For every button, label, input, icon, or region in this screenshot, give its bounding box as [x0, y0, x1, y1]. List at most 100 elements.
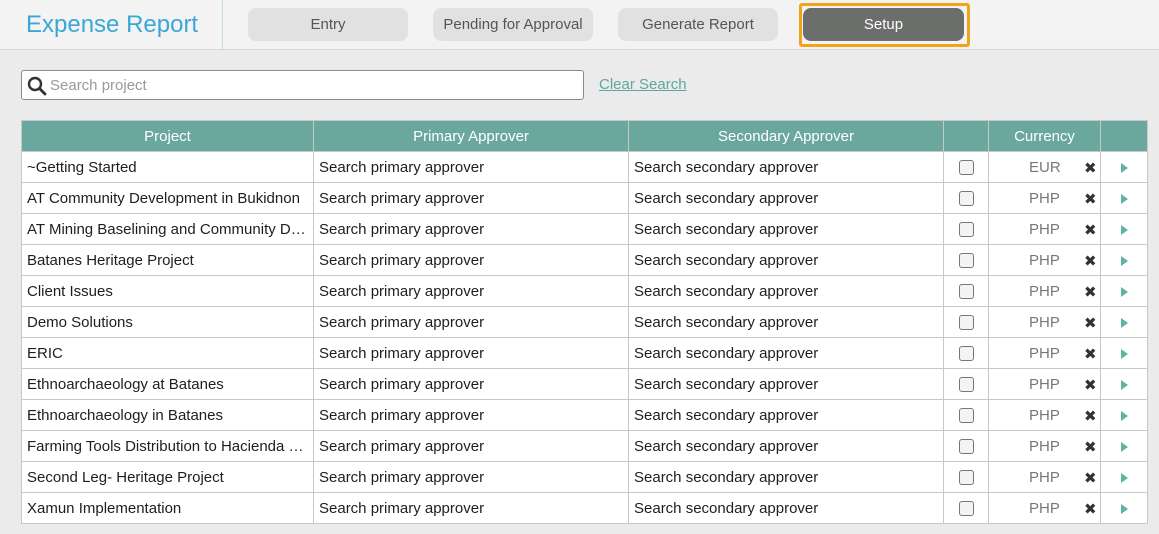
expand-cell [1100, 275, 1148, 307]
currency-code[interactable]: PHP [1029, 469, 1060, 486]
secondary-approver-field[interactable]: Search secondary approver [628, 337, 944, 369]
secondary-approver-field[interactable]: Search secondary approver [628, 399, 944, 431]
close-icon[interactable]: ✖ [1084, 283, 1097, 301]
row-checkbox[interactable] [958, 439, 974, 455]
row-checkbox[interactable] [958, 222, 974, 238]
chevron-right-icon[interactable] [1120, 348, 1128, 359]
tab-setup[interactable]: Setup [803, 8, 964, 41]
currency-cell: PHP ✖ [988, 461, 1101, 493]
secondary-approver-field[interactable]: Search secondary approver [628, 368, 944, 400]
close-icon[interactable]: ✖ [1084, 190, 1097, 208]
primary-approver-field[interactable]: Search primary approver [313, 461, 629, 493]
secondary-approver-field[interactable]: Search secondary approver [628, 492, 944, 524]
primary-approver-field[interactable]: Search primary approver [313, 182, 629, 214]
primary-approver-field[interactable]: Search primary approver [313, 492, 629, 524]
chevron-right-icon[interactable] [1120, 472, 1128, 483]
project-name: Demo Solutions [21, 306, 314, 338]
currency-code[interactable]: PHP [1029, 252, 1060, 269]
row-checkbox[interactable] [958, 501, 974, 517]
expand-cell [1100, 399, 1148, 431]
secondary-approver-field[interactable]: Search secondary approver [628, 182, 944, 214]
currency-code[interactable]: EUR [1029, 159, 1061, 176]
primary-approver-field[interactable]: Search primary approver [313, 337, 629, 369]
tab-generate-report[interactable]: Generate Report [618, 8, 778, 41]
chevron-right-icon[interactable] [1120, 410, 1128, 421]
chevron-right-icon[interactable] [1120, 441, 1128, 452]
row-checkbox[interactable] [958, 377, 974, 393]
expand-cell [1100, 461, 1148, 493]
currency-code[interactable]: PHP [1029, 376, 1060, 393]
column-header-action [1100, 120, 1148, 152]
table-row: Second Leg- Heritage Project Search prima… [21, 461, 1148, 493]
row-checkbox[interactable] [958, 315, 974, 331]
tab-pending-for-approval[interactable]: Pending for Approval [433, 8, 593, 41]
project-name: Second Leg- Heritage Project [21, 461, 314, 493]
expand-cell [1100, 213, 1148, 245]
table-row: Ethnoarchaeology at Batanes Search primar… [21, 368, 1148, 400]
project-name: Ethnoarchaeology at Batanes [21, 368, 314, 400]
secondary-approver-field[interactable]: Search secondary approver [628, 213, 944, 245]
project-name: ERIC [21, 337, 314, 369]
primary-approver-field[interactable]: Search primary approver [313, 151, 629, 183]
select-cell [943, 213, 989, 245]
secondary-approver-field[interactable]: Search secondary approver [628, 306, 944, 338]
currency-code[interactable]: PHP [1029, 221, 1060, 238]
chevron-right-icon[interactable] [1120, 224, 1128, 235]
secondary-approver-field[interactable]: Search secondary approver [628, 461, 944, 493]
primary-approver-field[interactable]: Search primary approver [313, 430, 629, 462]
close-icon[interactable]: ✖ [1084, 252, 1097, 270]
select-cell [943, 275, 989, 307]
chevron-right-icon[interactable] [1120, 286, 1128, 297]
close-icon[interactable]: ✖ [1084, 376, 1097, 394]
chevron-right-icon[interactable] [1120, 379, 1128, 390]
chevron-right-icon[interactable] [1120, 317, 1128, 328]
currency-code[interactable]: PHP [1029, 438, 1060, 455]
row-checkbox[interactable] [958, 408, 974, 424]
secondary-approver-field[interactable]: Search secondary approver [628, 244, 944, 276]
primary-approver-field[interactable]: Search primary approver [313, 275, 629, 307]
search-input[interactable] [50, 74, 575, 96]
table-row: Farming Tools Distribution to Hacienda L… [21, 430, 1148, 462]
secondary-approver-field[interactable]: Search secondary approver [628, 430, 944, 462]
project-name: AT Mining Baselining and Community Dev..… [21, 213, 314, 245]
currency-code[interactable]: PHP [1029, 500, 1060, 517]
row-checkbox[interactable] [958, 191, 974, 207]
close-icon[interactable]: ✖ [1084, 221, 1097, 239]
primary-approver-field[interactable]: Search primary approver [313, 306, 629, 338]
row-checkbox[interactable] [958, 470, 974, 486]
tab-entry[interactable]: Entry [248, 8, 408, 41]
close-icon[interactable]: ✖ [1084, 500, 1097, 518]
primary-approver-field[interactable]: Search primary approver [313, 368, 629, 400]
select-cell [943, 337, 989, 369]
close-icon[interactable]: ✖ [1084, 345, 1097, 363]
currency-code[interactable]: PHP [1029, 407, 1060, 424]
close-icon[interactable]: ✖ [1084, 438, 1097, 456]
close-icon[interactable]: ✖ [1084, 407, 1097, 425]
currency-code[interactable]: PHP [1029, 190, 1060, 207]
primary-approver-field[interactable]: Search primary approver [313, 244, 629, 276]
currency-cell: EUR ✖ [988, 151, 1101, 183]
table-row: ERIC Search primary approver Search second… [21, 337, 1148, 369]
clear-search-link[interactable]: Clear Search [599, 76, 687, 93]
chevron-right-icon[interactable] [1120, 255, 1128, 266]
select-cell [943, 244, 989, 276]
chevron-right-icon[interactable] [1120, 162, 1128, 173]
row-checkbox[interactable] [958, 160, 974, 176]
secondary-approver-field[interactable]: Search secondary approver [628, 275, 944, 307]
row-checkbox[interactable] [958, 253, 974, 269]
primary-approver-field[interactable]: Search primary approver [313, 213, 629, 245]
primary-approver-field[interactable]: Search primary approver [313, 399, 629, 431]
secondary-approver-field[interactable]: Search secondary approver [628, 151, 944, 183]
chevron-right-icon[interactable] [1120, 193, 1128, 204]
close-icon[interactable]: ✖ [1084, 314, 1097, 332]
currency-code[interactable]: PHP [1029, 283, 1060, 300]
close-icon[interactable]: ✖ [1084, 159, 1097, 177]
expand-cell [1100, 368, 1148, 400]
row-checkbox[interactable] [958, 346, 974, 362]
close-icon[interactable]: ✖ [1084, 469, 1097, 487]
currency-code[interactable]: PHP [1029, 314, 1060, 331]
currency-cell: PHP ✖ [988, 213, 1101, 245]
chevron-right-icon[interactable] [1120, 503, 1128, 514]
currency-code[interactable]: PHP [1029, 345, 1060, 362]
row-checkbox[interactable] [958, 284, 974, 300]
